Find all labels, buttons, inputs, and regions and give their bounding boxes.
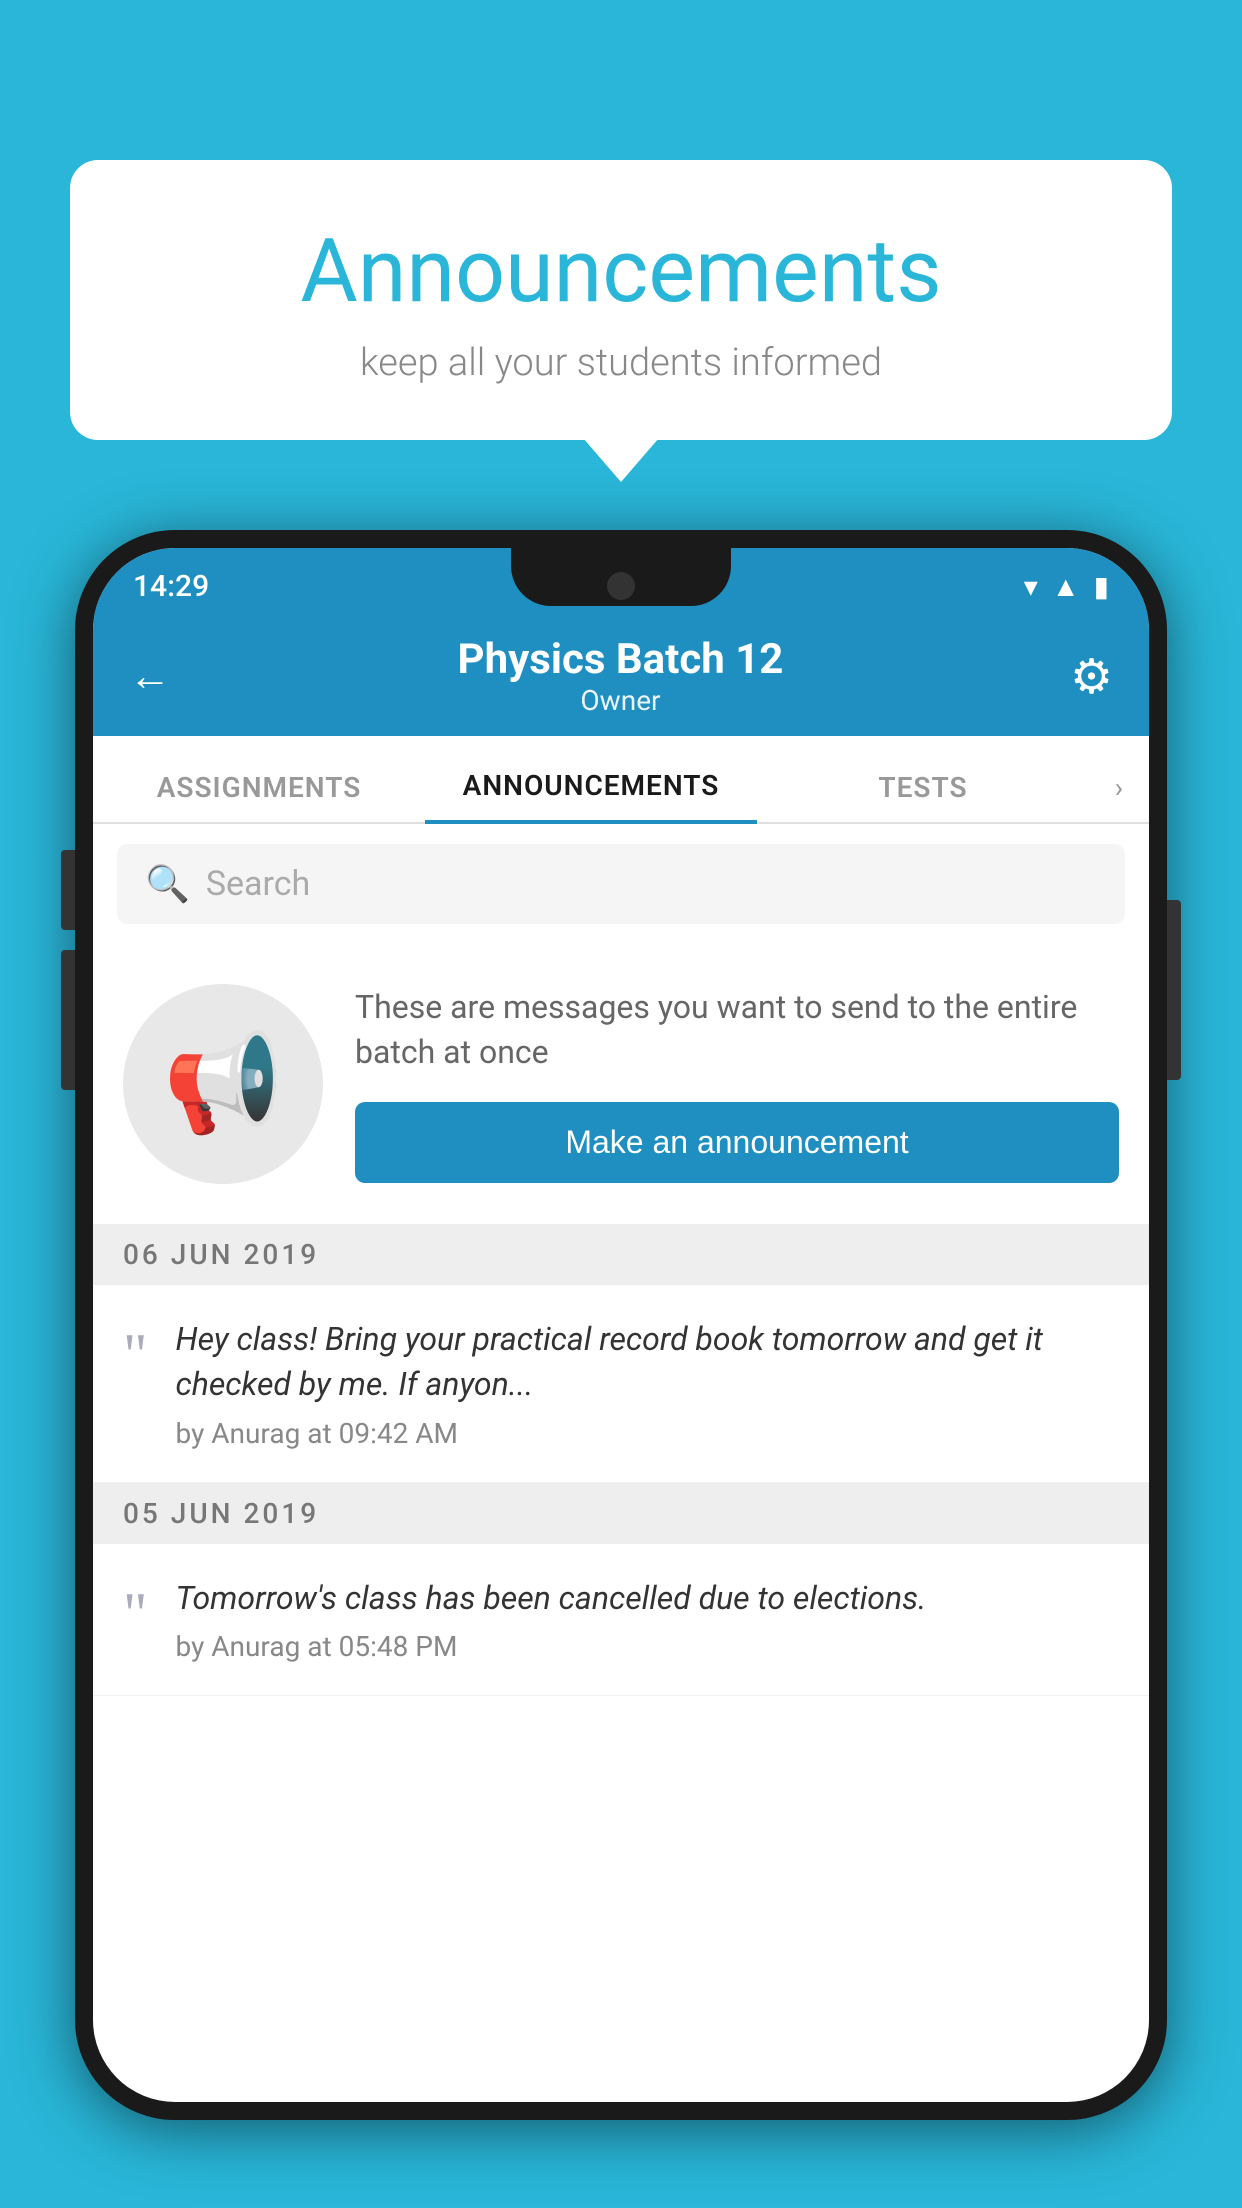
status-icons: ▾ ▲ ▮ — [1024, 570, 1109, 603]
search-placeholder: Search — [206, 864, 310, 904]
announcement-content-1: Hey class! Bring your practical record b… — [176, 1317, 1120, 1450]
side-button-left2 — [61, 950, 75, 1090]
phone-screen: 14:29 ▾ ▲ ▮ ← Physics Batch 12 Owner ⚙ — [93, 548, 1149, 2102]
phone-notch — [511, 548, 731, 606]
announcement-item-1[interactable]: " Hey class! Bring your practical record… — [93, 1285, 1149, 1483]
wifi-icon: ▾ — [1024, 570, 1038, 603]
phone-camera — [607, 572, 635, 600]
search-section: 🔍 Search — [93, 824, 1149, 944]
announcement-author-1: by Anurag at 09:42 AM — [176, 1417, 1120, 1450]
side-button-right — [1167, 900, 1181, 1080]
announcement-text-2: Tomorrow's class has been cancelled due … — [176, 1576, 1120, 1621]
announcement-author-2: by Anurag at 05:48 PM — [176, 1630, 1120, 1663]
bubble-subtitle: keep all your students informed — [120, 341, 1122, 385]
header-center: Physics Batch 12 Owner — [458, 635, 784, 717]
side-button-left — [61, 850, 75, 930]
date-divider-2: 05 JUN 2019 — [93, 1483, 1149, 1544]
phone-container: 14:29 ▾ ▲ ▮ ← Physics Batch 12 Owner ⚙ — [75, 530, 1167, 2208]
speech-bubble: Announcements keep all your students inf… — [70, 160, 1172, 440]
megaphone-icon: 📢 — [163, 1028, 283, 1140]
battery-icon: ▮ — [1094, 570, 1109, 603]
tab-tests[interactable]: TESTS — [757, 771, 1089, 822]
tab-announcements[interactable]: ANNOUNCEMENTS — [425, 769, 757, 824]
gear-icon[interactable]: ⚙ — [1070, 648, 1113, 705]
megaphone-circle: 📢 — [123, 984, 323, 1184]
make-announcement-button[interactable]: Make an announcement — [355, 1102, 1119, 1183]
signal-icon: ▲ — [1052, 570, 1080, 603]
quote-icon-1: " — [123, 1317, 148, 1385]
quote-icon-2: " — [123, 1576, 148, 1644]
search-bar[interactable]: 🔍 Search — [117, 844, 1125, 924]
announcement-right: These are messages you want to send to t… — [355, 985, 1119, 1184]
date-divider-1: 06 JUN 2019 — [93, 1224, 1149, 1285]
announcement-item-2[interactable]: " Tomorrow's class has been cancelled du… — [93, 1544, 1149, 1697]
tab-assignments[interactable]: ASSIGNMENTS — [93, 771, 425, 822]
bubble-title: Announcements — [120, 220, 1122, 323]
header-title: Physics Batch 12 — [458, 635, 784, 684]
tab-more[interactable]: › — [1089, 771, 1149, 822]
announcement-content-2: Tomorrow's class has been cancelled due … — [176, 1576, 1120, 1664]
announcement-description: These are messages you want to send to t… — [355, 985, 1119, 1075]
back-button[interactable]: ← — [129, 652, 171, 701]
status-time: 14:29 — [133, 569, 209, 604]
tabs-bar: ASSIGNMENTS ANNOUNCEMENTS TESTS › — [93, 736, 1149, 824]
app-header: ← Physics Batch 12 Owner ⚙ — [93, 616, 1149, 736]
search-icon: 🔍 — [145, 863, 190, 905]
announcement-info-section: 📢 These are messages you want to send to… — [93, 944, 1149, 1224]
header-subtitle: Owner — [458, 684, 784, 717]
phone-outer: 14:29 ▾ ▲ ▮ ← Physics Batch 12 Owner ⚙ — [75, 530, 1167, 2120]
announcement-text-1: Hey class! Bring your practical record b… — [176, 1317, 1120, 1407]
